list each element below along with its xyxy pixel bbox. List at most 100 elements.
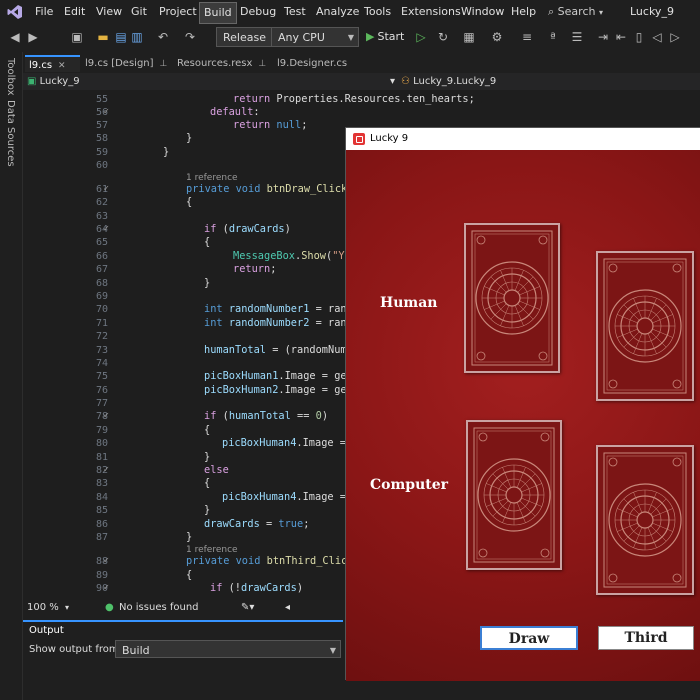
human-card-1[interactable] xyxy=(464,223,560,373)
format-icon[interactable]: ☰ xyxy=(570,30,584,44)
platform-dropdown[interactable]: Any CPU ▼ xyxy=(271,27,359,47)
human-card-2[interactable] xyxy=(596,251,694,401)
line-number: 55 xyxy=(95,94,108,105)
menu-file[interactable]: File xyxy=(35,0,53,24)
start-without-debugging-icon[interactable]: ▷ xyxy=(414,30,428,44)
spell-check-icon[interactable]: ª xyxy=(546,30,560,44)
code-lens-references[interactable]: 1 reference xyxy=(186,173,238,183)
fold-toggle-icon[interactable]: ✓ xyxy=(103,583,110,592)
line-number: 62 xyxy=(95,197,108,208)
line-number: 83 xyxy=(95,478,108,489)
data-sources-tab[interactable]: Data Sources xyxy=(5,100,16,167)
menu-tools[interactable]: Tools xyxy=(364,0,391,24)
menu-analyze[interactable]: Analyze xyxy=(316,0,359,24)
pin-icon[interactable]: ⊥ xyxy=(258,59,266,69)
forward-icon[interactable]: ▶ xyxy=(26,30,40,44)
fold-toggle-icon[interactable]: ✓ xyxy=(103,465,110,474)
redo-icon[interactable]: ↷ xyxy=(183,30,197,44)
code-line: } xyxy=(186,531,193,543)
code-line: } xyxy=(204,504,211,516)
tools-icon[interactable]: ⚙ xyxy=(490,30,504,44)
code-lens-references[interactable]: 1 reference xyxy=(186,545,238,555)
line-number: 74 xyxy=(95,358,108,369)
indent-icon[interactable]: ⇥ xyxy=(596,30,610,44)
brush-icon[interactable]: ✎▾ xyxy=(241,600,254,615)
issues-status[interactable]: No issues found xyxy=(119,600,199,615)
open-folder-icon[interactable]: ▬ xyxy=(96,30,110,44)
code-line: return null; xyxy=(233,119,308,131)
computer-card-1[interactable] xyxy=(466,420,562,570)
pin-icon[interactable]: ⊥ xyxy=(160,59,168,69)
chevron-down-icon: ▾ xyxy=(598,8,603,17)
lucky9-window: Lucky 9 Human Computer Draw Third xyxy=(345,127,700,681)
code-line: { xyxy=(204,236,211,248)
line-number: 58 xyxy=(95,133,108,144)
menu-test[interactable]: Test xyxy=(284,0,306,24)
code-line: else xyxy=(204,464,229,476)
prev-bookmark-icon[interactable]: ◁ xyxy=(650,30,664,44)
fold-toggle-icon[interactable]: ✓ xyxy=(103,184,110,193)
code-line: picBoxHuman4.Image = xyxy=(222,437,347,449)
code-line: private void btnThird_Click xyxy=(186,555,354,567)
scroll-left-icon[interactable]: ◂ xyxy=(285,600,290,615)
code-line: int randomNumber2 = rand xyxy=(204,317,353,329)
human-label: Human xyxy=(380,295,438,311)
draw-button[interactable]: Draw xyxy=(480,626,578,650)
line-number: 82 xyxy=(95,465,108,476)
menu-help[interactable]: Help xyxy=(511,0,536,24)
menu-edit[interactable]: Edit xyxy=(64,0,85,24)
menu-git[interactable]: Git xyxy=(131,0,147,24)
tab-resources-resx[interactable]: Resources.resx ⊥ xyxy=(173,55,278,72)
visual-studio-logo-icon[interactable] xyxy=(7,4,23,20)
menu-debug[interactable]: Debug xyxy=(240,0,276,24)
fold-toggle-icon[interactable]: ✓ xyxy=(103,107,110,116)
solution-explorer-icon[interactable]: ▦ xyxy=(462,30,476,44)
menu-build[interactable]: Build xyxy=(199,2,237,24)
window-title-bar[interactable]: Lucky 9 xyxy=(346,128,700,150)
output-source-dropdown[interactable]: Build ▼ xyxy=(115,640,341,658)
tab-l9-design[interactable]: l9.cs [Design] ⊥ xyxy=(81,55,181,72)
next-bookmark-icon[interactable]: ▷ xyxy=(668,30,682,44)
tab-l9-cs[interactable]: l9.cs ✕ xyxy=(25,55,80,72)
undo-icon[interactable]: ↶ xyxy=(156,30,170,44)
save-icon[interactable]: ▤ xyxy=(114,30,128,44)
fold-toggle-icon[interactable]: ✓ xyxy=(103,411,110,420)
line-number: 86 xyxy=(95,519,108,530)
code-line: private void btnDraw_Click( xyxy=(186,183,353,195)
new-project-icon[interactable]: ▣ xyxy=(70,30,84,44)
chevron-down-icon[interactable]: ▾ xyxy=(65,600,69,615)
fold-toggle-icon[interactable]: ✓ xyxy=(103,224,110,233)
close-icon[interactable]: ✕ xyxy=(58,61,66,71)
menu-window[interactable]: Window xyxy=(461,0,504,24)
menu-extensions[interactable]: Extensions xyxy=(401,0,461,24)
comment-icon[interactable]: ≡ xyxy=(520,30,534,44)
zoom-level[interactable]: 100 % xyxy=(27,600,59,615)
fold-toggle-icon[interactable]: ✓ xyxy=(103,556,110,565)
save-all-icon[interactable]: ▥ xyxy=(130,30,144,44)
configuration-value: Release xyxy=(223,31,266,44)
hot-reload-icon[interactable]: ↻ xyxy=(436,30,450,44)
tab-label: l9.cs [Design] xyxy=(85,58,154,69)
document-tab-bar: l9.cs ✕ l9.cs [Design] ⊥ Resources.resx ⊥ l… xyxy=(23,55,700,72)
third-button[interactable]: Third xyxy=(598,626,694,650)
line-number: 77 xyxy=(95,398,108,409)
code-line: picBoxHuman4.Image = xyxy=(222,491,347,503)
tab-l9-designer-cs[interactable]: l9.Designer.cs xyxy=(273,55,373,72)
outdent-icon[interactable]: ⇤ xyxy=(614,30,628,44)
class-dropdown[interactable]: ⚇ Lucky_9.Lucky_9 xyxy=(401,74,496,89)
output-source-label: Show output from: xyxy=(29,644,122,655)
line-number: 89 xyxy=(95,570,108,581)
back-icon[interactable]: ◀ xyxy=(8,30,22,44)
computer-card-2[interactable] xyxy=(596,445,694,595)
project-dropdown[interactable]: ▣ Lucky_9 ▾ xyxy=(27,74,397,89)
menu-project[interactable]: Project xyxy=(159,0,197,24)
output-panel-header[interactable]: Output xyxy=(23,620,343,637)
start-button[interactable]: ▶ Start xyxy=(366,27,404,47)
line-number: 65 xyxy=(95,237,108,248)
search-box[interactable]: ⌕ Search ▾ xyxy=(548,2,614,22)
toolbox-tab[interactable]: Toolbox xyxy=(5,58,16,96)
platform-value: Any CPU xyxy=(278,31,325,44)
bookmark-icon[interactable]: ▯ xyxy=(632,30,646,44)
menu-view[interactable]: View xyxy=(96,0,122,24)
line-number: 73 xyxy=(95,345,108,356)
